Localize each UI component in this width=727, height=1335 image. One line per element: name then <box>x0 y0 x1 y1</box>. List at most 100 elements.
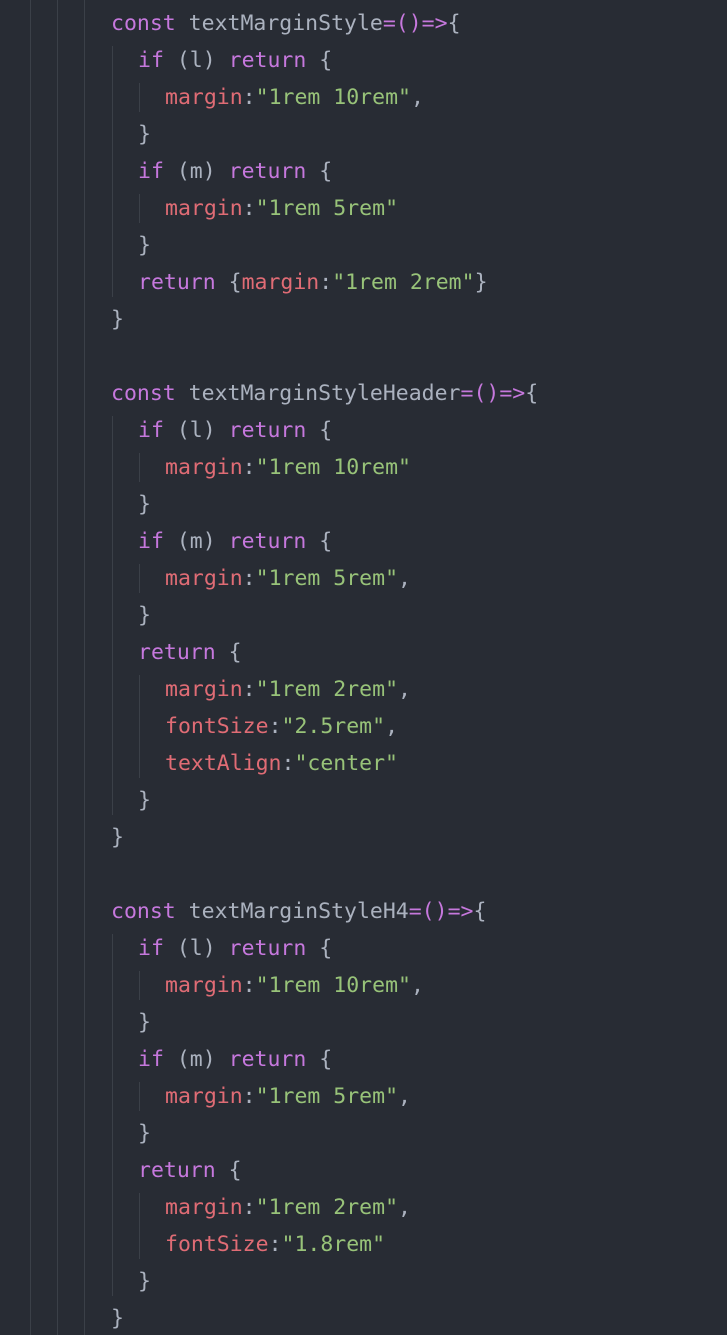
code-line[interactable]: margin:"1rem 5rem", <box>165 560 411 597</box>
code-token: : <box>242 85 256 110</box>
code-token: { <box>525 381 539 406</box>
code-token: (l) <box>163 936 229 961</box>
code-line[interactable]: fontSize:"1.8rem" <box>165 1226 385 1263</box>
code-token: : <box>242 1195 256 1220</box>
code-token: : <box>242 1084 256 1109</box>
code-line[interactable]: } <box>111 819 124 856</box>
code-token: { <box>306 936 333 961</box>
code-token: return <box>228 529 307 554</box>
code-token: : <box>319 270 333 295</box>
indent-guide <box>139 564 140 593</box>
code-token: if <box>138 1047 164 1072</box>
code-line[interactable]: margin:"1rem 10rem" <box>165 449 411 486</box>
code-token: { <box>306 418 333 443</box>
code-token: , <box>410 973 424 998</box>
code-token: return <box>138 640 216 665</box>
code-line[interactable]: } <box>138 227 151 264</box>
code-token: const <box>111 11 176 36</box>
code-token: "1rem 10rem" <box>255 973 411 998</box>
code-token: "1rem 2rem" <box>255 677 399 702</box>
code-token: "1rem 2rem" <box>255 1195 399 1220</box>
code-token: if <box>138 418 164 443</box>
code-token: (m) <box>163 529 229 554</box>
code-token: : <box>242 455 256 480</box>
code-line[interactable]: margin:"1rem 10rem", <box>165 79 424 116</box>
code-line[interactable]: if (m) return { <box>138 523 332 560</box>
code-line[interactable]: } <box>138 782 151 819</box>
code-token: } <box>138 788 151 813</box>
code-token: "1rem 2rem" <box>332 270 475 295</box>
code-token: { <box>215 640 242 665</box>
code-token: : <box>242 566 256 591</box>
code-line[interactable]: margin:"1rem 5rem" <box>165 190 398 227</box>
indent-guide <box>84 0 85 1335</box>
code-token: return <box>228 418 307 443</box>
code-token: textMarginStyleHeader <box>175 381 461 406</box>
code-token: if <box>138 936 164 961</box>
code-token: } <box>138 122 151 147</box>
code-token: : <box>242 196 256 221</box>
code-line[interactable]: if (l) return { <box>138 930 332 967</box>
code-token: "1rem 10rem" <box>255 85 411 110</box>
code-line[interactable]: } <box>111 1300 124 1335</box>
code-line[interactable]: margin:"1rem 2rem", <box>165 671 411 708</box>
code-token: , <box>398 1084 411 1109</box>
code-editor[interactable]: const textMarginStyle=()=>{if (l) return… <box>0 0 727 1335</box>
code-line[interactable]: if (l) return { <box>138 412 332 449</box>
code-token: "center" <box>294 751 399 776</box>
code-token: (l) <box>163 48 229 73</box>
code-line[interactable]: return { <box>138 1152 242 1189</box>
code-token: fontSize <box>165 714 269 739</box>
code-line[interactable]: margin:"1rem 5rem", <box>165 1078 411 1115</box>
code-token: =()=> <box>460 381 526 406</box>
code-line[interactable]: textAlign:"center" <box>165 745 398 782</box>
indent-guide <box>112 934 113 1296</box>
code-line[interactable]: margin:"1rem 10rem", <box>165 967 424 1004</box>
code-token: margin <box>165 1195 243 1220</box>
code-line[interactable]: } <box>138 1263 151 1300</box>
code-line[interactable]: return {margin:"1rem 2rem"} <box>138 264 488 301</box>
code-token: { <box>306 159 333 184</box>
code-line[interactable]: const textMarginStyleH4=()=>{ <box>111 893 486 930</box>
code-token: return <box>138 270 216 295</box>
code-token: "1rem 10rem" <box>255 455 411 480</box>
code-token: , <box>398 566 411 591</box>
code-line[interactable]: } <box>138 597 151 634</box>
code-token: { <box>447 11 461 36</box>
code-token: if <box>138 48 164 73</box>
code-token: , <box>398 1195 411 1220</box>
code-token: margin <box>165 85 243 110</box>
code-token: } <box>138 603 151 628</box>
code-token: textMarginStyleH4 <box>175 899 409 924</box>
indent-guide <box>139 1082 140 1111</box>
code-line[interactable]: } <box>138 486 151 523</box>
code-line[interactable]: } <box>138 116 151 153</box>
code-token: margin <box>165 1084 243 1109</box>
code-line[interactable]: const textMarginStyle=()=>{ <box>111 5 461 42</box>
code-line[interactable]: if (l) return { <box>138 42 332 79</box>
code-line[interactable]: } <box>138 1004 151 1041</box>
code-token: } <box>138 1010 151 1035</box>
code-line[interactable]: fontSize:"2.5rem", <box>165 708 398 745</box>
code-line[interactable]: margin:"1rem 2rem", <box>165 1189 411 1226</box>
code-line[interactable]: } <box>138 1115 151 1152</box>
code-line[interactable]: } <box>111 301 124 338</box>
code-token: (m) <box>163 1047 229 1072</box>
code-line[interactable]: return { <box>138 634 242 671</box>
code-token: return <box>228 159 307 184</box>
code-token: return <box>138 1158 216 1183</box>
code-token: "1rem 5rem" <box>255 566 399 591</box>
code-token: : <box>268 714 282 739</box>
code-token: return <box>228 1047 307 1072</box>
code-token: } <box>138 233 151 258</box>
code-token: if <box>138 529 164 554</box>
indent-guide <box>139 971 140 1000</box>
code-line[interactable]: const textMarginStyleHeader=()=>{ <box>111 375 538 412</box>
code-line[interactable]: if (m) return { <box>138 153 332 190</box>
code-token: { <box>306 1047 333 1072</box>
code-token: } <box>111 1306 124 1331</box>
code-line[interactable]: if (m) return { <box>138 1041 332 1078</box>
indent-guide <box>57 0 58 1335</box>
code-token: : <box>242 973 256 998</box>
code-token: const <box>111 899 176 924</box>
